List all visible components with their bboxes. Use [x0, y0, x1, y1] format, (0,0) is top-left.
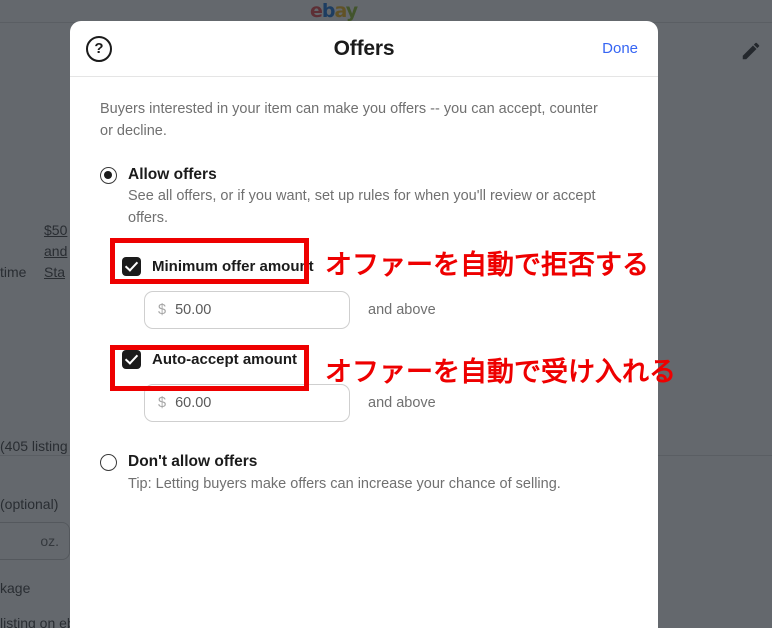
modal-header: ? Offers Done [70, 21, 658, 77]
minimum-offer-amount-input[interactable]: $ 50.00 [144, 290, 350, 329]
minimum-offer-amount-value: 50.00 [175, 301, 212, 318]
checkbox-label-minimum-offer-amount: Minimum offer amount [152, 257, 314, 275]
offers-modal: ? Offers Done Buyers interested in your … [70, 21, 658, 628]
annotation-note-decline: オファーを自動で拒否する [325, 250, 649, 281]
checkbox-row-auto-accept-amount[interactable]: Auto-accept amount [112, 343, 309, 376]
option-allow-offers-title: Allow offers [128, 165, 217, 183]
minimum-offer-suffix: and above [368, 301, 436, 318]
radio-allow-offers[interactable] [100, 166, 117, 184]
option-dont-allow-offers-description: Tip: Letting buyers make offers can incr… [128, 475, 561, 492]
checkbox-row-minimum-offer-amount[interactable]: Minimum offer amount [112, 250, 326, 283]
radio-dont-allow-offers[interactable] [100, 453, 117, 471]
help-icon-glyph: ? [94, 40, 104, 57]
option-allow-offers-description: See all offers, or if you want, set up r… [128, 188, 596, 227]
currency-symbol-auto-accept: $ [158, 394, 167, 411]
screenshot-root: ebay $50 and time Sta (405 listing (opti… [0, 0, 772, 628]
checkbox-auto-accept-amount[interactable] [122, 349, 141, 369]
auto-accept-amount-value: 60.00 [175, 394, 212, 411]
checkbox-label-auto-accept-amount: Auto-accept amount [152, 350, 298, 368]
auto-accept-amount-input[interactable]: $ 60.00 [144, 383, 350, 422]
amount-row-minimum-offer: $ 50.00 and above [144, 290, 628, 329]
checkbox-minimum-offer-amount[interactable] [122, 256, 141, 276]
done-button[interactable]: Done [602, 40, 638, 57]
annotation-note-accept: オファーを自動で受け入れる [325, 357, 676, 388]
modal-body: Buyers interested in your item can make … [70, 77, 658, 496]
option-dont-allow-offers[interactable]: Don't allow offers Tip: Letting buyers m… [100, 452, 628, 496]
option-allow-offers[interactable]: Allow offers See all offers, or if you w… [100, 165, 628, 230]
amount-row-auto-accept: $ 60.00 and above [144, 383, 628, 422]
auto-accept-suffix: and above [368, 394, 436, 411]
page-title: Offers [333, 36, 395, 60]
option-dont-allow-offers-title: Don't allow offers [128, 452, 258, 470]
question-mark-icon[interactable]: ? [86, 35, 112, 62]
intro-text: Buyers interested in your item can make … [100, 101, 598, 139]
currency-symbol-minimum: $ [158, 301, 167, 318]
